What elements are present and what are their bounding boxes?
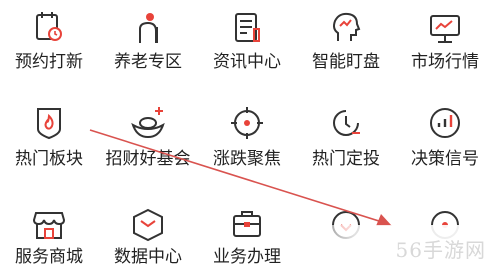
menu-item-label: 决策信号 — [411, 149, 479, 169]
data-box-icon — [128, 205, 168, 245]
calendar-clock-icon — [29, 9, 69, 49]
menu-item-label: 热门定投 — [312, 149, 380, 169]
menu-item-label: 热门板块 — [15, 149, 83, 169]
menu-item-label: 招财好基会 — [105, 149, 191, 169]
menu-item-label: 养老专区 — [114, 52, 182, 72]
menu-item-label: 数据中心 — [114, 247, 182, 267]
menu-item-label: 涨跌聚焦 — [213, 149, 281, 169]
menu-item-label: 资讯中心 — [213, 52, 281, 72]
market-monitor-icon — [425, 9, 465, 49]
menu-item-zhaocai-haojihui[interactable]: 招财好基会 — [99, 96, 197, 186]
news-document-icon — [227, 9, 267, 49]
menu-item-label: 预约打新 — [15, 52, 83, 72]
menu-item-shuju-zhongxin[interactable]: 数据中心 — [99, 196, 197, 273]
menu-item-shichang-hangqing[interactable]: 市场行情 — [396, 0, 494, 90]
menu-item-remen-dingtou[interactable]: 热门定投 — [297, 96, 395, 186]
menu-item-zixun[interactable]: 资讯中心 — [198, 0, 296, 90]
menu-item-label: 服务商城 — [15, 247, 83, 267]
store-icon — [29, 205, 69, 245]
timer-invest-icon — [326, 103, 366, 143]
menu-item-zhangdie-jujiao[interactable]: 涨跌聚焦 — [198, 96, 296, 186]
watermark-overlay: 56手游网 — [279, 225, 494, 273]
menu-item-remen-bankuai[interactable]: 热门板块 — [0, 96, 98, 186]
menu-item-yanglao[interactable]: 养老专区 — [99, 0, 197, 90]
menu-item-label: 智能盯盘 — [312, 52, 380, 72]
menu-item-yuyue-daxin[interactable]: 预约打新 — [0, 0, 98, 90]
focus-target-icon — [227, 103, 267, 143]
menu-item-fuwu-shangcheng[interactable]: 服务商城 — [0, 196, 98, 273]
smart-brain-icon — [326, 9, 366, 49]
menu-item-juece-xinhao[interactable]: 决策信号 — [396, 96, 494, 186]
signal-bars-icon — [425, 103, 465, 143]
elder-person-icon — [128, 9, 168, 49]
menu-item-zhineng-dingpan[interactable]: 智能盯盘 — [297, 0, 395, 90]
gold-ingot-icon — [128, 103, 168, 143]
watermark-text: 56手游网 — [395, 238, 486, 262]
hot-shield-icon — [29, 103, 69, 143]
briefcase-icon — [227, 205, 267, 245]
menu-item-label: 市场行情 — [411, 52, 479, 72]
